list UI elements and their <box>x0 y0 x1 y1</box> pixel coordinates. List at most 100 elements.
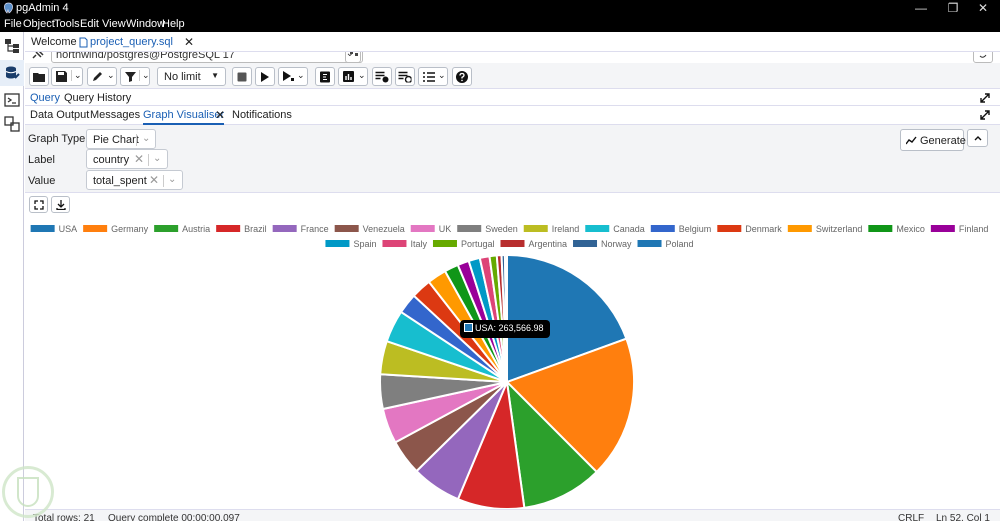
tab-welcome[interactable]: Welcome <box>31 36 77 48</box>
legend-swatch-usa[interactable] <box>30 225 55 232</box>
legend-label-argentina[interactable]: Argentina <box>528 239 567 249</box>
minimize-button[interactable]: — <box>906 0 936 16</box>
legend-swatch-uk[interactable] <box>410 225 435 232</box>
rollback-button[interactable] <box>395 67 415 86</box>
connection-select[interactable]: northwind/postgres@PostgreSQL 17 ⌄ <box>51 52 361 63</box>
generate-label: Generate <box>920 135 966 147</box>
new-connection-button[interactable] <box>345 52 363 63</box>
help-button[interactable] <box>452 67 472 86</box>
generate-button[interactable]: Generate <box>900 129 966 151</box>
legend-swatch-canada[interactable] <box>585 225 610 232</box>
menu-help[interactable]: Help <box>162 18 185 30</box>
legend-swatch-italy[interactable] <box>382 240 407 247</box>
menu-tools[interactable]: Tools <box>54 18 80 30</box>
tab-graph-visualiser[interactable]: Graph Visualiser <box>143 109 225 125</box>
list-icon <box>423 72 435 82</box>
tab-query[interactable]: Query <box>30 92 60 104</box>
legend-label-belgium[interactable]: Belgium <box>679 224 712 234</box>
collapse-options-button[interactable] <box>967 129 988 147</box>
filter-button[interactable]: ⌄ <box>120 67 150 86</box>
legend-label-venezuela[interactable]: Venezuela <box>363 224 405 234</box>
legend-label-switzerland[interactable]: Switzerland <box>816 224 863 234</box>
save-button[interactable]: ⌄ <box>51 67 83 86</box>
legend-swatch-belgium[interactable] <box>650 225 675 232</box>
legend-swatch-brazil[interactable] <box>216 225 241 232</box>
legend-label-spain[interactable]: Spain <box>353 239 376 249</box>
execute-script-button[interactable]: ⌄ <box>278 67 308 86</box>
legend-swatch-spain[interactable] <box>325 240 350 247</box>
menu-edit[interactable]: Edit <box>80 18 99 30</box>
label-select[interactable]: country ✕ ⌄ <box>86 149 168 169</box>
explain-analyze-button[interactable]: ⌄ <box>338 67 368 86</box>
status-eol: CRLF <box>898 513 925 521</box>
expand-icon[interactable] <box>980 110 990 120</box>
legend-swatch-venezuela[interactable] <box>334 225 359 232</box>
explain-button[interactable] <box>315 67 335 86</box>
maximize-button[interactable]: ❐ <box>938 0 968 16</box>
legend-swatch-poland[interactable] <box>637 240 662 247</box>
legend-label-poland[interactable]: Poland <box>666 239 694 249</box>
legend-label-finland[interactable]: Finland <box>959 224 989 234</box>
legend-label-mexico[interactable]: Mexico <box>896 224 925 234</box>
legend-swatch-argentina[interactable] <box>500 240 525 247</box>
stop-button[interactable] <box>232 67 252 86</box>
row-limit-select[interactable]: No limit ▼ <box>157 67 226 86</box>
fullscreen-button[interactable] <box>29 196 48 213</box>
edit-button[interactable]: ⌄ <box>87 67 117 86</box>
legend-swatch-finland[interactable] <box>930 225 955 232</box>
tab-project-query[interactable]: project_query.sql <box>90 36 173 48</box>
clear-icon[interactable]: ✕ <box>149 173 159 187</box>
legend-swatch-sweden[interactable] <box>457 225 482 232</box>
legend-label-portugal[interactable]: Portugal <box>461 239 495 249</box>
graph-options-form: Graph Type Pie Chart ⌄ Label country ✕ ⌄… <box>25 125 1000 193</box>
macros-button[interactable]: ⌄ <box>418 67 448 86</box>
menu-object[interactable]: Object <box>23 18 55 30</box>
graph-type-select[interactable]: Pie Chart ⌄ <box>86 129 156 149</box>
legend-swatch-austria[interactable] <box>154 225 179 232</box>
legend-label-canada[interactable]: Canada <box>613 224 645 234</box>
menu-view[interactable]: View <box>102 18 126 30</box>
legend-swatch-portugal[interactable] <box>432 240 457 247</box>
commit-button[interactable] <box>372 67 392 86</box>
close-tab-icon[interactable]: ✕ <box>184 35 194 49</box>
legend-label-sweden[interactable]: Sweden <box>485 224 518 234</box>
legend-label-denmark[interactable]: Denmark <box>745 224 782 234</box>
menu-window[interactable]: Window <box>126 18 165 30</box>
tab-notifications[interactable]: Notifications <box>232 109 292 121</box>
tab-messages[interactable]: Messages <box>90 109 140 121</box>
refresh-button[interactable] <box>973 52 993 63</box>
legend-label-austria[interactable]: Austria <box>182 224 210 234</box>
legend-swatch-germany[interactable] <box>83 225 108 232</box>
schema-diff-icon[interactable] <box>4 116 20 132</box>
tab-query-history[interactable]: Query History <box>64 92 131 104</box>
results-tabs: Data Output Messages Graph Visualiser ✕ … <box>25 106 1000 125</box>
legend-swatch-norway[interactable] <box>573 240 598 247</box>
object-explorer-icon[interactable] <box>4 38 20 54</box>
terminal-icon[interactable] <box>4 92 20 108</box>
legend-label-ireland[interactable]: Ireland <box>552 224 580 234</box>
legend-swatch-denmark[interactable] <box>717 225 742 232</box>
download-button[interactable] <box>51 196 70 213</box>
close-tab-icon[interactable]: ✕ <box>215 108 225 122</box>
value-select[interactable]: total_spent ✕ ⌄ <box>86 170 183 190</box>
legend-swatch-switzerland[interactable] <box>787 225 812 232</box>
menu-file[interactable]: File <box>4 18 22 30</box>
legend-label-uk[interactable]: UK <box>439 224 452 234</box>
execute-button[interactable] <box>255 67 275 86</box>
legend-label-usa[interactable]: USA <box>59 224 78 234</box>
legend-label-france[interactable]: France <box>301 224 329 234</box>
expand-icon[interactable] <box>980 93 990 103</box>
clear-icon[interactable]: ✕ <box>134 152 144 166</box>
legend-swatch-mexico[interactable] <box>868 225 893 232</box>
legend-swatch-france[interactable] <box>272 225 297 232</box>
connection-plug-icon[interactable] <box>31 52 45 60</box>
legend-label-germany[interactable]: Germany <box>111 224 149 234</box>
legend-label-norway[interactable]: Norway <box>601 239 632 249</box>
legend-swatch-ireland[interactable] <box>523 225 548 232</box>
query-tool-active-tab[interactable] <box>0 60 24 86</box>
close-window-button[interactable]: ✕ <box>968 0 998 16</box>
legend-label-italy[interactable]: Italy <box>410 239 427 249</box>
legend-label-brazil[interactable]: Brazil <box>244 224 267 234</box>
open-file-button[interactable] <box>29 67 49 86</box>
tab-data-output[interactable]: Data Output <box>30 109 89 121</box>
